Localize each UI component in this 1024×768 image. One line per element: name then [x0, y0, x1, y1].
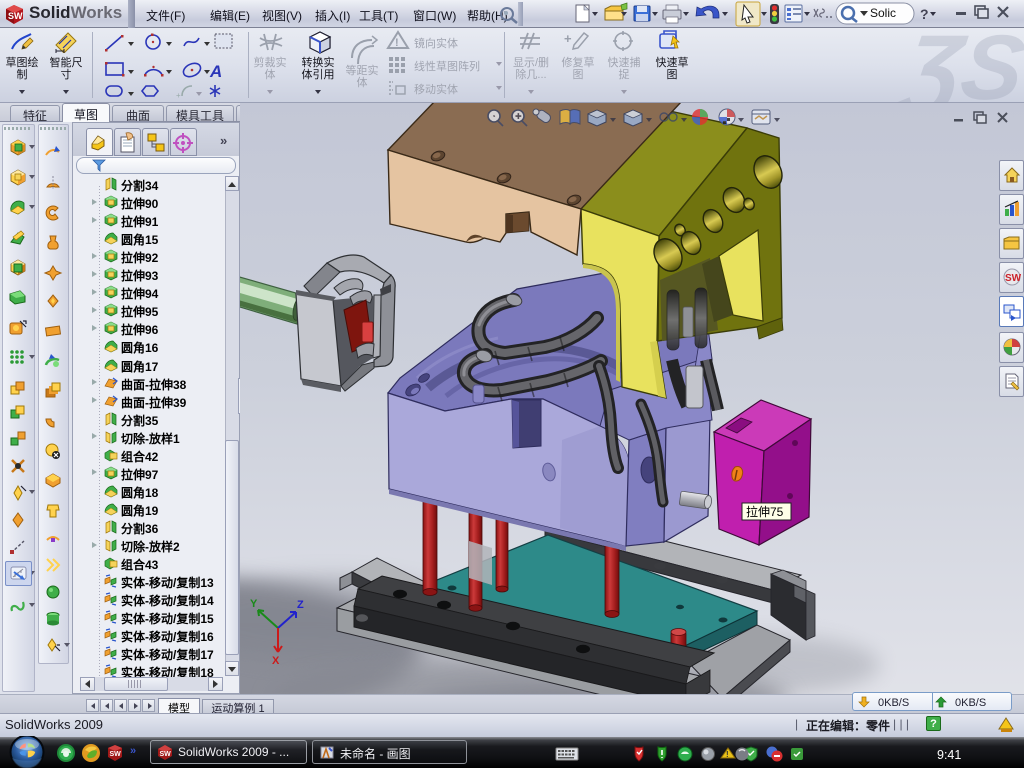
svg-text:SW: SW: [110, 751, 122, 758]
svg-text:◔: ◔: [491, 112, 496, 121]
svg-text:Z: Z: [297, 599, 304, 611]
svg-text:0KB/S: 0KB/S: [878, 697, 909, 709]
svg-text:0KB/S: 0KB/S: [955, 697, 986, 709]
svg-text:+: +: [564, 31, 572, 46]
svg-text:9:41: 9:41: [937, 748, 961, 762]
svg-text:✚: ✚: [515, 112, 522, 121]
svg-text:!: !: [726, 750, 729, 759]
svg-text:!: !: [395, 37, 399, 49]
svg-text:SW: SW: [8, 11, 23, 21]
svg-text:Solic: Solic: [870, 6, 896, 20]
svg-text:拉伸75: 拉伸75: [746, 504, 784, 519]
svg-text:X: X: [272, 655, 280, 667]
svg-text:»: »: [130, 745, 136, 757]
svg-text:SW: SW: [160, 751, 172, 758]
svg-text:Y: Y: [250, 598, 258, 610]
svg-text:SW: SW: [1005, 273, 1022, 284]
svg-text:A: A: [209, 62, 222, 81]
svg-text:+: +: [176, 91, 181, 100]
